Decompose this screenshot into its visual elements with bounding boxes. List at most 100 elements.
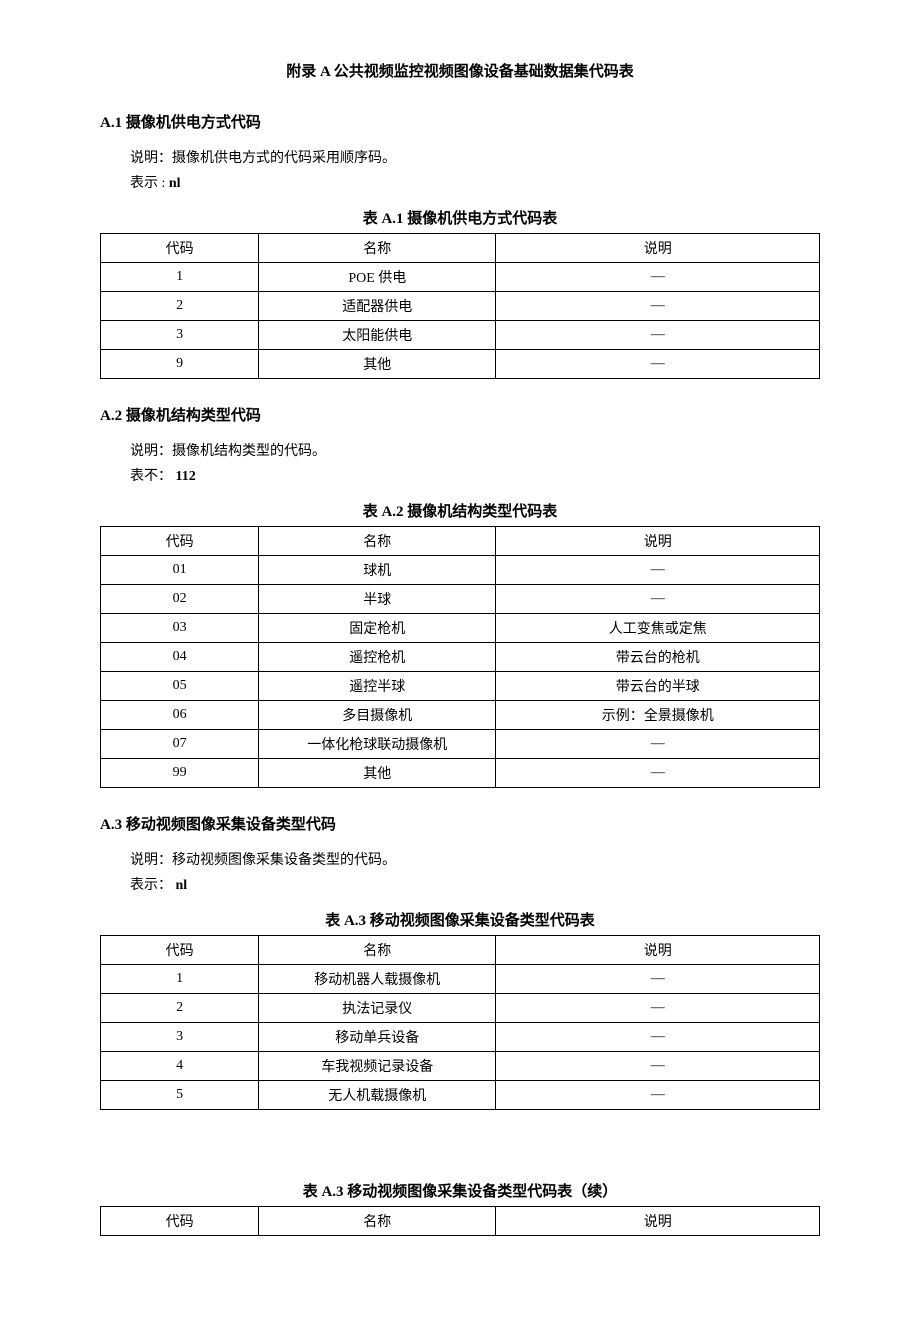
table-row: 3太阳能供电— <box>101 321 820 350</box>
table-header-row: 代码 名称 说明 <box>101 936 820 965</box>
table-header-row: 代码 名称 说明 <box>101 234 820 263</box>
table-a3cont: 代码 名称 说明 <box>100 1206 820 1236</box>
cell-desc: — <box>496 1023 820 1052</box>
repr-a2-label: 表不： <box>130 469 172 484</box>
col-header-name: 名称 <box>259 234 496 263</box>
caption-a2-rest: 摄像机结构类型代码表 <box>407 504 557 520</box>
cell-desc: — <box>496 730 820 759</box>
cell-code: 5 <box>101 1081 259 1110</box>
caption-a3cont-rest: 移动视频图像采集设备类型代码表（续） <box>347 1184 617 1200</box>
caption-a3: 表 A.3 移动视频图像采集设备类型代码表 <box>100 909 820 930</box>
cell-code: 05 <box>101 672 259 701</box>
cell-code: 1 <box>101 263 259 292</box>
table-row: 2执法记录仪— <box>101 994 820 1023</box>
cell-name: 固定枪机 <box>259 614 496 643</box>
col-header-code: 代码 <box>101 234 259 263</box>
repr-a3: 表示： nl <box>130 874 820 894</box>
repr-a2: 表不： 112 <box>130 465 820 485</box>
cell-name: 多目摄像机 <box>259 701 496 730</box>
table-row: 06多目摄像机示例：全景摄像机 <box>101 701 820 730</box>
cell-name: 移动机器人载摄像机 <box>259 965 496 994</box>
cell-code: 1 <box>101 965 259 994</box>
table-row: 5无人机载摄像机— <box>101 1081 820 1110</box>
cell-name: 移动单兵设备 <box>259 1023 496 1052</box>
table-row: 05遥控半球带云台的半球 <box>101 672 820 701</box>
col-header-desc: 说明 <box>496 936 820 965</box>
table-a1: 代码 名称 说明 1POE 供电— 2适配器供电— 3太阳能供电— 9其他— <box>100 233 820 379</box>
cell-name: 车我视频记录设备 <box>259 1052 496 1081</box>
cell-code: 01 <box>101 556 259 585</box>
repr-a1-label: 表示 : <box>130 176 165 191</box>
page-title-rest: 公共视频监控视频图像设备基础数据集代码表 <box>334 64 634 80</box>
table-row: 03固定枪机人工变焦或定焦 <box>101 614 820 643</box>
cell-name: 适配器供电 <box>259 292 496 321</box>
table-row: 99其他— <box>101 759 820 788</box>
table-row: 9其他— <box>101 350 820 379</box>
cell-code: 04 <box>101 643 259 672</box>
cell-code: 4 <box>101 1052 259 1081</box>
col-header-desc: 说明 <box>496 1207 820 1236</box>
col-header-desc: 说明 <box>496 527 820 556</box>
caption-a3-prefix: 表 <box>325 913 344 929</box>
cell-name: 其他 <box>259 350 496 379</box>
cell-name: 球机 <box>259 556 496 585</box>
table-row: 2适配器供电— <box>101 292 820 321</box>
cell-code: 9 <box>101 350 259 379</box>
cell-code: 2 <box>101 292 259 321</box>
heading-a1: A.1 摄像机供电方式代码 <box>100 111 820 132</box>
cell-code: 06 <box>101 701 259 730</box>
col-header-name: 名称 <box>259 936 496 965</box>
col-header-code: 代码 <box>101 527 259 556</box>
caption-a1-prefix: 表 <box>363 211 382 227</box>
table-row: 1移动机器人载摄像机— <box>101 965 820 994</box>
cell-desc: — <box>496 1052 820 1081</box>
caption-a3-rest: 移动视频图像采集设备类型代码表 <box>370 913 595 929</box>
cell-desc: — <box>496 263 820 292</box>
cell-code: 3 <box>101 1023 259 1052</box>
cell-name: 执法记录仪 <box>259 994 496 1023</box>
table-row: 1POE 供电— <box>101 263 820 292</box>
caption-a2-bold: A.2 <box>381 504 407 520</box>
cell-desc: — <box>496 965 820 994</box>
cell-desc: — <box>496 994 820 1023</box>
heading-a3: A.3 移动视频图像采集设备类型代码 <box>100 813 820 834</box>
repr-a1: 表示 : nl <box>130 172 820 192</box>
table-row: 07一体化枪球联动摄像机— <box>101 730 820 759</box>
caption-a3cont: 表 A.3 移动视频图像采集设备类型代码表（续） <box>100 1180 820 1201</box>
caption-a1-rest: 摄像机供电方式代码表 <box>407 211 557 227</box>
page-title: 附录 A 公共视频监控视频图像设备基础数据集代码表 <box>100 60 820 81</box>
col-header-name: 名称 <box>259 1207 496 1236</box>
cell-desc: — <box>496 292 820 321</box>
cell-code: 03 <box>101 614 259 643</box>
cell-desc: 人工变焦或定焦 <box>496 614 820 643</box>
col-header-code: 代码 <box>101 1207 259 1236</box>
cell-desc: — <box>496 350 820 379</box>
cell-name: 一体化枪球联动摄像机 <box>259 730 496 759</box>
cell-desc: — <box>496 585 820 614</box>
caption-a3-bold: A.3 <box>344 913 370 929</box>
repr-a3-val: nl <box>172 878 187 893</box>
caption-a3cont-prefix: 表 <box>303 1184 322 1200</box>
table-row: 4车我视频记录设备— <box>101 1052 820 1081</box>
col-header-code: 代码 <box>101 936 259 965</box>
cell-code: 07 <box>101 730 259 759</box>
cell-name: 太阳能供电 <box>259 321 496 350</box>
caption-a1-bold: A.1 <box>381 211 407 227</box>
cell-name: POE 供电 <box>259 263 496 292</box>
page-title-prefix: 附录 <box>286 64 320 80</box>
desc-a2: 说明：摄像机结构类型的代码。 <box>130 440 820 460</box>
table-header-row: 代码 名称 说明 <box>101 1207 820 1236</box>
cell-name: 遥控枪机 <box>259 643 496 672</box>
cell-name: 遥控半球 <box>259 672 496 701</box>
cell-desc: — <box>496 759 820 788</box>
caption-a1: 表 A.1 摄像机供电方式代码表 <box>100 207 820 228</box>
cell-desc: — <box>496 321 820 350</box>
table-row: 04遥控枪机带云台的枪机 <box>101 643 820 672</box>
desc-a3: 说明：移动视频图像采集设备类型的代码。 <box>130 849 820 869</box>
table-a2: 代码 名称 说明 01球机— 02半球— 03固定枪机人工变焦或定焦 04遥控枪… <box>100 526 820 788</box>
cell-desc: — <box>496 556 820 585</box>
cell-code: 3 <box>101 321 259 350</box>
cell-name: 无人机载摄像机 <box>259 1081 496 1110</box>
table-header-row: 代码 名称 说明 <box>101 527 820 556</box>
repr-a1-val: nl <box>165 176 180 191</box>
